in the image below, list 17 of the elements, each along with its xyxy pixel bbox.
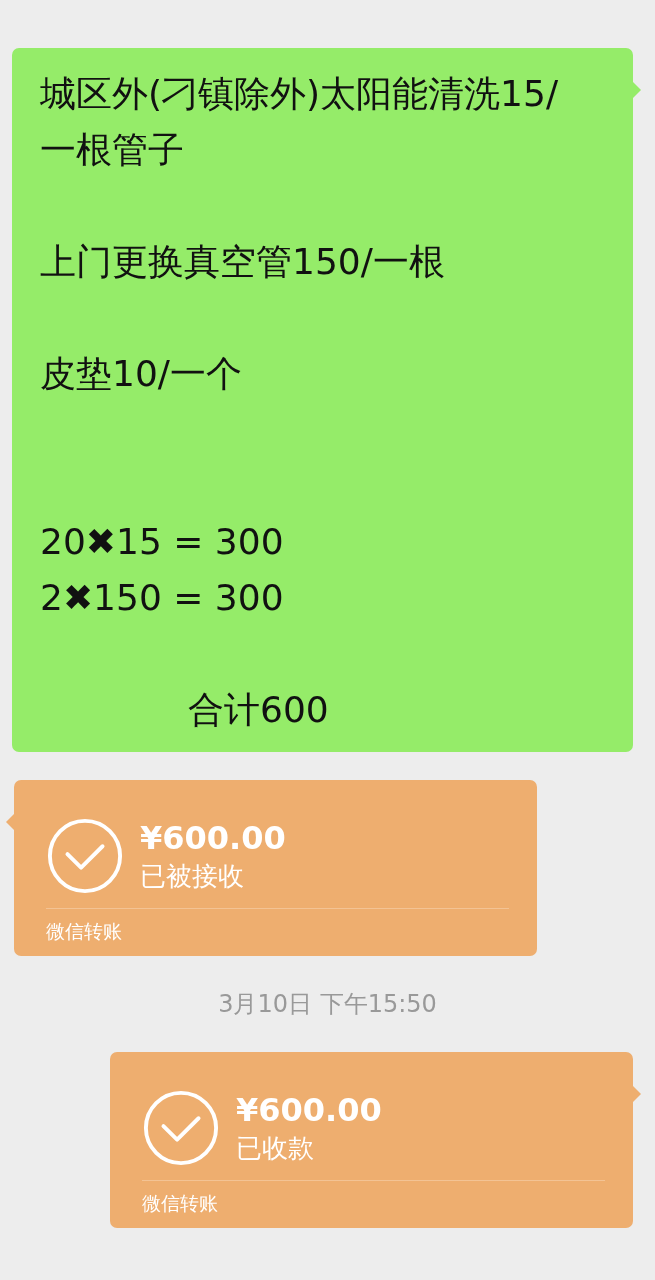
transfer-amount: ¥600.00 (236, 1090, 382, 1130)
transfer-label: 微信转账 (46, 919, 123, 944)
message-text: 上门更换真空管150/一根 (40, 240, 446, 284)
transfer-status: 已收款 (236, 1132, 315, 1165)
transfer-card[interactable]: ¥600.00 已收款 微信转账 (110, 1052, 633, 1228)
transfer-card[interactable]: ¥600.00 已被接收 微信转账 (14, 780, 537, 956)
message-text: 2✖150 = 300 (40, 576, 285, 620)
check-circle-icon (142, 1089, 220, 1167)
timestamp: 3月10日 下午15:50 (218, 989, 437, 1020)
transfer-label: 微信转账 (142, 1191, 219, 1216)
message-text: 皮垫10/一个 (40, 352, 243, 396)
message-text: 城区外(刁镇除外)太阳能清洗15/一根管子 (40, 72, 560, 172)
check-circle-icon (46, 817, 124, 895)
transfer-status: 已被接收 (140, 860, 245, 893)
message-text: 合计600 (187, 688, 330, 732)
message-text: 20✖15 = 300 (40, 520, 285, 564)
transfer-amount: ¥600.00 (140, 818, 286, 858)
